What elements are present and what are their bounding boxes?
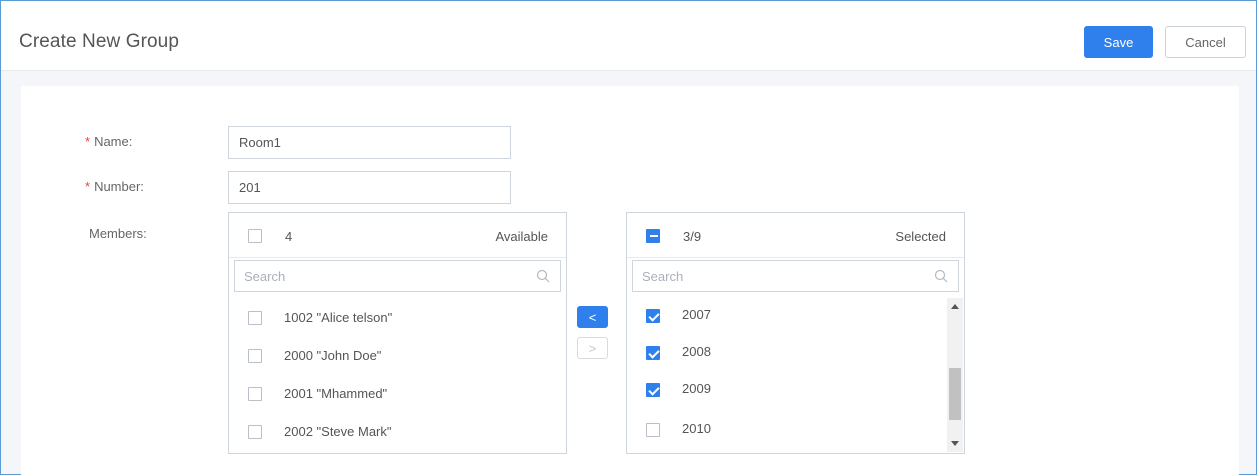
search-placeholder: Search	[244, 269, 286, 284]
cancel-button[interactable]: Cancel	[1165, 26, 1246, 58]
available-title: Available	[495, 229, 548, 244]
item-label: 2000 "John Doe"	[284, 348, 382, 363]
list-item[interactable]: 1002 "Alice telson"	[229, 297, 566, 335]
selected-select-all-checkbox[interactable]	[646, 229, 660, 243]
available-list: 4 Available Search 1002 "Alice telson" 2…	[228, 212, 567, 454]
page-title: Create New Group	[19, 31, 180, 52]
list-item[interactable]: 2008	[627, 332, 964, 370]
item-label: 2002 "Steve Mark"	[284, 424, 392, 439]
item-label: 1002 "Alice telson"	[284, 310, 393, 325]
selected-list-header: 3/9 Selected	[627, 213, 964, 258]
number-label: * Number:	[85, 179, 144, 194]
item-checkbox[interactable]	[248, 311, 262, 325]
available-count: 4	[285, 229, 293, 244]
list-item[interactable]: 2010	[627, 409, 964, 447]
item-label: 2010	[682, 421, 711, 436]
required-marker: *	[85, 134, 91, 149]
number-input[interactable]: 201	[228, 171, 511, 204]
selected-list: 3/9 Selected Search 2007 2008 2009 2010	[626, 212, 965, 454]
move-left-button[interactable]: <	[577, 306, 608, 328]
item-checkbox[interactable]	[248, 387, 262, 401]
item-checkbox[interactable]	[646, 423, 660, 437]
available-search-input[interactable]: Search	[234, 260, 561, 292]
item-checkbox[interactable]	[248, 349, 262, 363]
name-label: * Name:	[85, 134, 133, 149]
item-checkbox[interactable]	[646, 383, 660, 397]
selected-search-input[interactable]: Search	[632, 260, 959, 292]
item-label: 2007	[682, 307, 711, 322]
selected-count: 3/9	[683, 229, 702, 244]
available-list-header: 4 Available	[229, 213, 566, 258]
list-item[interactable]: 2009	[627, 369, 964, 407]
scroll-up-arrow-icon[interactable]	[951, 304, 959, 309]
move-right-button[interactable]: >	[577, 337, 608, 359]
scrollbar-thumb[interactable]	[949, 368, 961, 420]
item-label: 2009	[682, 381, 711, 396]
list-item[interactable]: 2000 "John Doe"	[229, 335, 566, 373]
page-header: Create New Group Save Cancel	[1, 1, 1256, 71]
item-label: 2008	[682, 344, 711, 359]
item-checkbox[interactable]	[646, 346, 660, 360]
list-item[interactable]: 2002 "Steve Mark"	[229, 411, 566, 449]
save-button[interactable]: Save	[1084, 26, 1153, 58]
list-item[interactable]: 2007	[627, 295, 964, 333]
required-marker: *	[85, 179, 91, 194]
members-label: Members:	[89, 226, 147, 241]
search-icon	[934, 269, 948, 283]
scroll-down-arrow-icon[interactable]	[951, 441, 959, 446]
list-item[interactable]: 2001 "Mhammed"	[229, 373, 566, 411]
scrollbar[interactable]	[947, 298, 963, 452]
search-placeholder: Search	[642, 269, 684, 284]
selected-title: Selected	[895, 229, 946, 244]
available-select-all-checkbox[interactable]	[248, 229, 262, 243]
item-checkbox[interactable]	[248, 425, 262, 439]
name-input[interactable]: Room1	[228, 126, 511, 159]
item-checkbox[interactable]	[646, 309, 660, 323]
search-icon	[536, 269, 550, 283]
item-label: 2001 "Mhammed"	[284, 386, 388, 401]
